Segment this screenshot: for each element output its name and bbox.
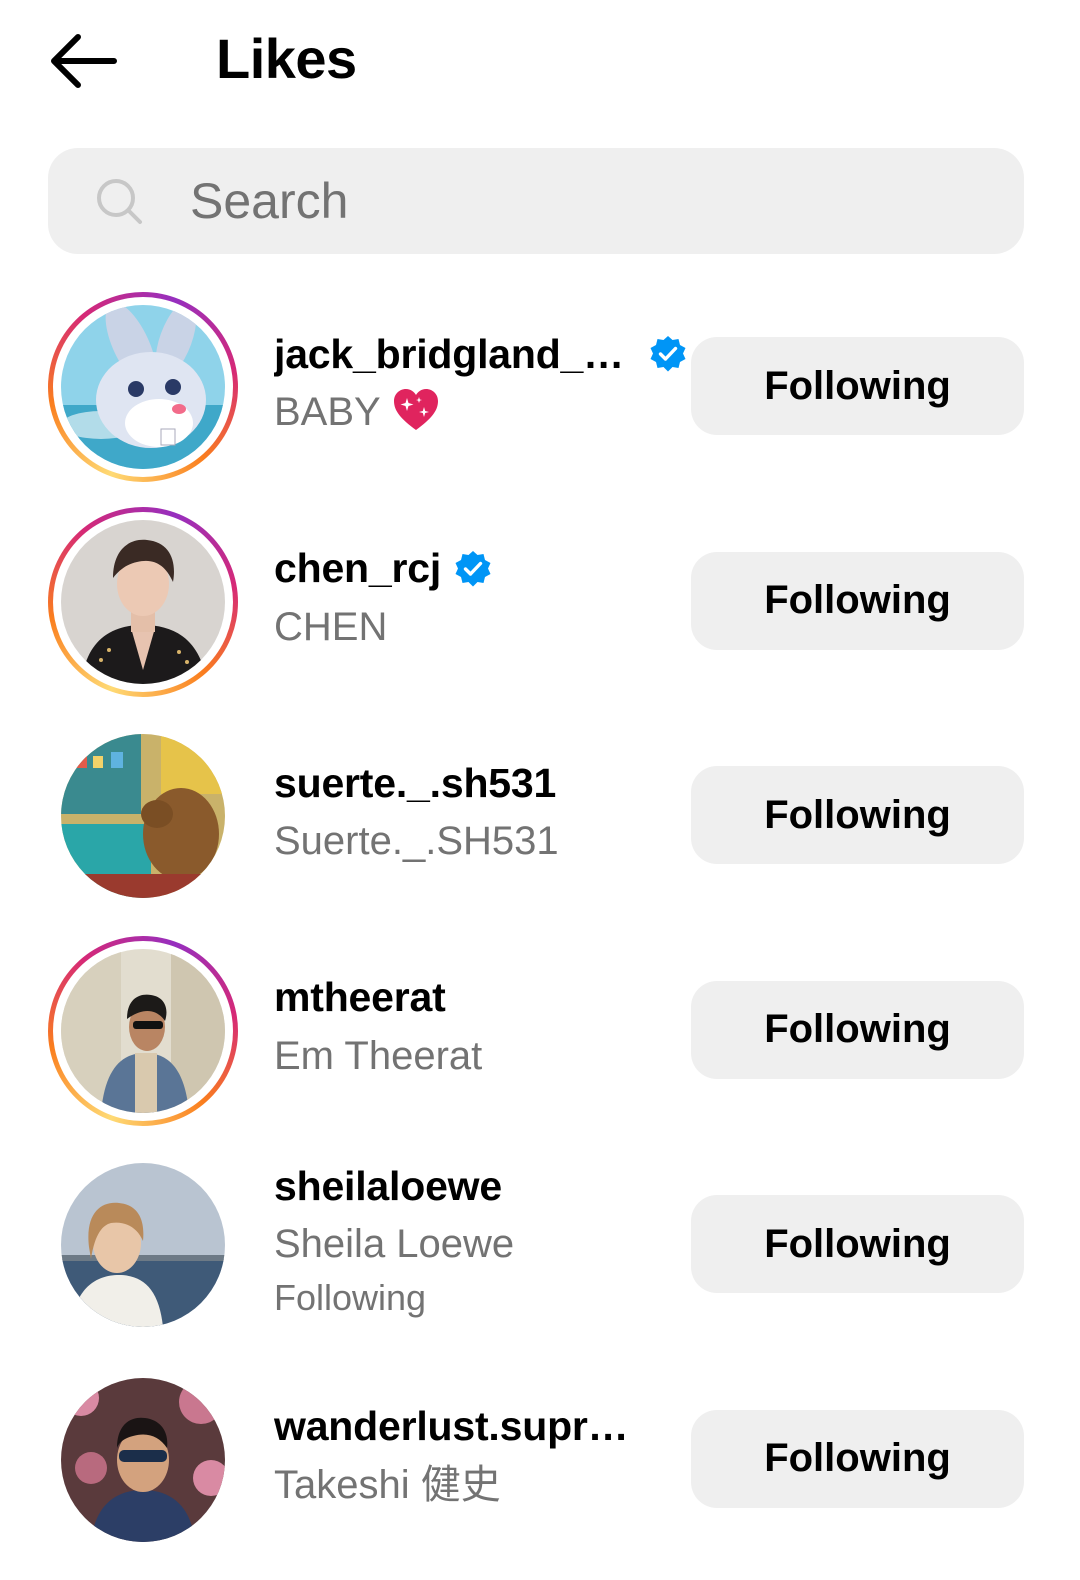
search-icon xyxy=(97,179,142,224)
story-ring[interactable] xyxy=(48,506,238,697)
full-name: Sheila Loewe xyxy=(274,1222,515,1266)
story-ring[interactable] xyxy=(48,935,238,1126)
full-name: Suerte._.SH531 xyxy=(274,819,559,863)
story-ring[interactable] xyxy=(48,292,238,482)
list-item[interactable]: jack_bridgland_st... BABY Following xyxy=(0,280,1080,495)
avatar xyxy=(61,1377,225,1542)
full-name: CHEN xyxy=(274,604,388,649)
following-button[interactable]: Following xyxy=(691,980,1024,1079)
list-item[interactable]: mtheerat Em Theerat Following xyxy=(0,924,1080,1139)
avatar xyxy=(61,948,225,1113)
username[interactable]: jack_bridgland_st... xyxy=(274,331,636,378)
full-name: BABY xyxy=(274,384,694,440)
username[interactable]: wanderlust.supreme xyxy=(274,1403,636,1450)
avatar-wrapper[interactable] xyxy=(48,721,238,911)
avatar-wrapper[interactable] xyxy=(48,1150,238,1340)
following-status-text: Following xyxy=(274,1277,427,1318)
sparkling-heart-icon xyxy=(393,389,438,431)
following-button[interactable]: Following xyxy=(691,1195,1024,1293)
following-button[interactable]: Following xyxy=(691,766,1024,864)
avatar xyxy=(61,734,225,898)
verified-badge-icon xyxy=(455,550,491,586)
list-item[interactable]: chen_rcj CHEN Following xyxy=(0,495,1080,710)
username[interactable]: mtheerat xyxy=(274,974,446,1021)
username[interactable]: suerte._.sh531 xyxy=(274,760,556,807)
list-item[interactable]: wanderlust.supreme Takeshi 健史 Following xyxy=(0,1353,1080,1568)
username[interactable]: chen_rcj xyxy=(274,545,441,592)
header-bar: Likes xyxy=(0,0,1080,120)
username[interactable]: sheilaloewe xyxy=(274,1163,502,1210)
likes-list: jack_bridgland_st... BABY Following chen… xyxy=(0,280,1080,1567)
back-button[interactable] xyxy=(44,28,124,94)
avatar xyxy=(61,305,225,469)
avatar xyxy=(61,519,225,684)
following-button[interactable]: Following xyxy=(691,551,1024,650)
avatar xyxy=(61,1163,225,1327)
list-item[interactable]: sheilaloewe Sheila Loewe Following Follo… xyxy=(0,1138,1080,1353)
verified-badge-icon xyxy=(650,336,686,372)
following-button[interactable]: Following xyxy=(691,337,1024,435)
full-name: Takeshi 健史 xyxy=(274,1462,501,1507)
arrow-left-icon xyxy=(51,34,117,88)
full-name: Em Theerat xyxy=(274,1033,483,1078)
following-button[interactable]: Following xyxy=(691,1409,1024,1508)
search-input[interactable] xyxy=(190,148,990,254)
list-item[interactable]: suerte._.sh531 Suerte._.SH531 Following xyxy=(0,709,1080,924)
avatar-wrapper[interactable] xyxy=(48,1365,238,1555)
page-title: Likes xyxy=(216,27,357,90)
